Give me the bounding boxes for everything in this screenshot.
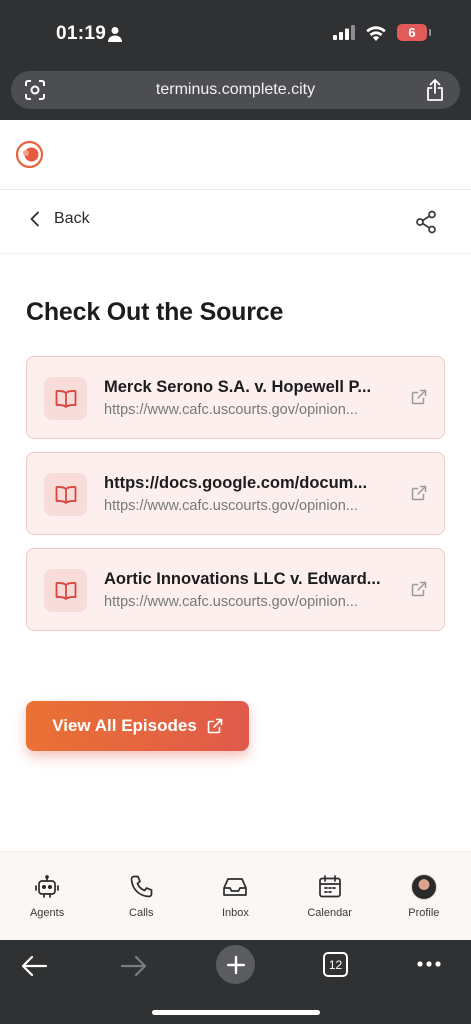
home-indicator bbox=[152, 1010, 320, 1015]
wifi-icon bbox=[366, 25, 386, 41]
external-link-icon[interactable] bbox=[411, 581, 427, 597]
person-icon bbox=[108, 27, 122, 42]
source-url: https://www.cafc.uscourts.gov/opinion... bbox=[104, 498, 358, 514]
arrow-left-icon[interactable] bbox=[20, 954, 48, 978]
url-text[interactable]: terminus.complete.city bbox=[11, 81, 460, 99]
tab-calendar[interactable]: Calendar bbox=[285, 852, 375, 940]
browser-toolbar: 12 bbox=[0, 940, 471, 1024]
source-url: https://www.cafc.uscourts.gov/opinion... bbox=[104, 594, 358, 610]
battery-icon: 6 bbox=[397, 24, 431, 41]
tab-label: Profile bbox=[408, 907, 440, 919]
source-title: Aortic Innovations LLC v. Edward... bbox=[104, 570, 381, 588]
new-tab-button[interactable] bbox=[216, 945, 255, 984]
tab-inbox[interactable]: Inbox bbox=[190, 852, 280, 940]
book-open-icon bbox=[55, 581, 76, 600]
tab-agents[interactable]: Agents bbox=[2, 852, 92, 940]
signal-icon bbox=[333, 25, 355, 40]
external-link-icon[interactable] bbox=[411, 389, 427, 405]
status-indicators: 6 bbox=[333, 24, 431, 41]
tab-switcher-button[interactable]: 12 bbox=[323, 952, 348, 977]
app-logo[interactable] bbox=[15, 140, 44, 169]
page-title: Check Out the Source bbox=[26, 298, 284, 326]
robot-icon bbox=[35, 875, 59, 898]
avatar bbox=[410, 874, 437, 900]
back-button[interactable]: Back bbox=[28, 210, 90, 228]
source-title: Merck Serono S.A. v. Hopewell P... bbox=[104, 378, 372, 396]
status-bar: 01:19 6 bbox=[0, 0, 471, 68]
external-link-icon bbox=[207, 718, 223, 734]
tab-calls[interactable]: Calls bbox=[96, 852, 186, 940]
more-icon[interactable] bbox=[416, 956, 442, 972]
bottom-tab-bar: Agents Calls Inbox Calendar Profile bbox=[0, 851, 471, 940]
share-nodes-icon[interactable] bbox=[415, 210, 437, 234]
app-header bbox=[0, 120, 471, 190]
inbox-icon bbox=[223, 878, 248, 896]
tab-label: Calls bbox=[129, 907, 154, 919]
tab-label: Agents bbox=[29, 907, 65, 919]
status-time: 01:19 bbox=[56, 23, 107, 44]
plus-icon bbox=[226, 955, 245, 974]
share-icon[interactable] bbox=[425, 78, 445, 102]
book-icon-box bbox=[44, 569, 87, 612]
address-bar[interactable]: terminus.complete.city bbox=[11, 71, 460, 109]
back-label: Back bbox=[54, 210, 90, 227]
external-link-icon[interactable] bbox=[411, 485, 427, 501]
source-url: https://www.cafc.uscourts.gov/opinion... bbox=[104, 402, 358, 418]
nav-row: Back bbox=[0, 190, 471, 254]
source-card[interactable]: Aortic Innovations LLC v. Edward... http… bbox=[26, 548, 445, 631]
battery-level: 6 bbox=[408, 25, 416, 40]
browser-address-area: terminus.complete.city bbox=[0, 68, 471, 120]
source-card[interactable]: https://docs.google.com/docum... https:/… bbox=[26, 452, 445, 535]
chevron-left-icon bbox=[30, 211, 39, 227]
view-all-episodes-button[interactable]: View All Episodes bbox=[26, 701, 249, 751]
arrow-right-icon[interactable] bbox=[120, 954, 148, 978]
tab-profile[interactable]: Profile bbox=[379, 852, 469, 940]
phone-icon bbox=[130, 875, 153, 898]
book-icon-box bbox=[44, 377, 87, 420]
source-card[interactable]: Merck Serono S.A. v. Hopewell P... https… bbox=[26, 356, 445, 439]
book-icon-box bbox=[44, 473, 87, 516]
tab-label: Inbox bbox=[222, 907, 249, 919]
book-open-icon bbox=[55, 389, 76, 408]
source-title: https://docs.google.com/docum... bbox=[104, 474, 368, 492]
view-all-label: View All Episodes bbox=[52, 716, 197, 735]
tab-label: Calendar bbox=[307, 907, 352, 919]
book-open-icon bbox=[55, 485, 76, 504]
calendar-icon bbox=[318, 875, 341, 898]
source-list: Merck Serono S.A. v. Hopewell P... https… bbox=[26, 356, 445, 644]
